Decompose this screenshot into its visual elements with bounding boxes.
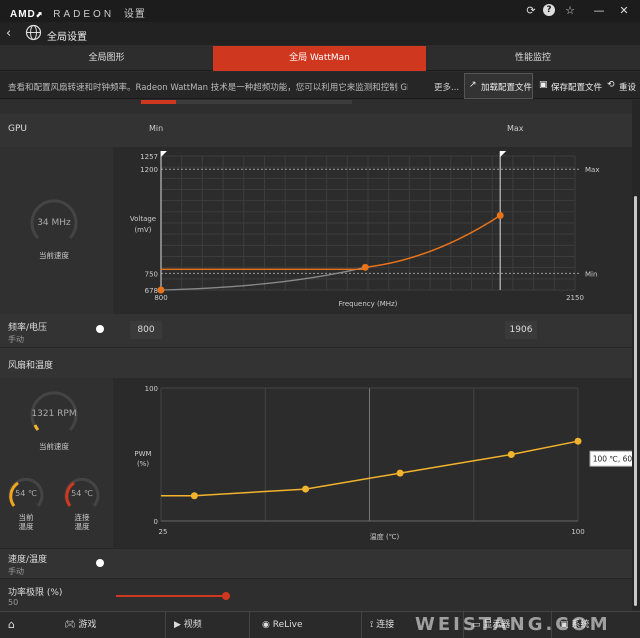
power-limit-value: 50 — [8, 598, 19, 607]
play-icon: ▶ — [174, 620, 181, 630]
nav-bar — [0, 22, 640, 45]
y-tick-label: 0 — [154, 518, 158, 526]
speed-temp-row — [0, 548, 632, 578]
gpu-section-title: GPU — [8, 124, 27, 134]
y-tick-label: 100 — [145, 385, 158, 393]
y-axis-unit: (%) — [137, 460, 149, 468]
x-tick-label: 800 — [154, 294, 167, 302]
minimize-icon[interactable]: — — [592, 4, 606, 18]
fan-rpm-value: 1321 RPM — [31, 409, 77, 419]
fan-curve-point — [574, 437, 582, 445]
close-icon[interactable]: ✕ — [617, 4, 631, 18]
scrollbar-thumb[interactable] — [634, 196, 637, 606]
freq-voltage-mode: 手动 — [8, 335, 24, 344]
speed-temp-mode: 手动 — [8, 567, 24, 576]
gpu-speed-label: 当前速度 — [39, 251, 69, 260]
max-frequency-input[interactable]: 1906 — [505, 321, 537, 339]
tooltip-text: 100 ℃, 60% — [593, 455, 632, 464]
nav-relive-label: ReLive — [272, 620, 303, 630]
x-axis-title: Frequency (MHz) — [339, 300, 398, 308]
nav-games[interactable]: 🎮︎ 游戏 — [56, 612, 166, 638]
save-icon[interactable]: ▣ — [539, 80, 548, 90]
tab-global-graphics[interactable]: 全局图形 — [0, 46, 213, 71]
voltage-point — [361, 263, 369, 271]
x-tick-label: 100 — [571, 528, 584, 536]
freq-voltage-toggle[interactable] — [96, 325, 104, 333]
tab-global-wattman[interactable]: 全局 WattMan — [213, 46, 426, 71]
gpu-speed-value: 34 MHz — [37, 218, 71, 228]
fan-curve-point — [396, 469, 404, 477]
back-arrow-icon[interactable]: ‹ — [6, 26, 11, 41]
page-title: 全局设置 — [47, 32, 87, 43]
refresh-icon[interactable]: ⟳ — [524, 4, 538, 18]
reset-icon[interactable]: ⟲ — [607, 80, 615, 90]
reset-button[interactable]: 重设 — [619, 81, 636, 93]
app-brand: AMD⬈ RADEON 设置 — [10, 9, 146, 20]
junction-temp-value: 54 ℃ — [71, 489, 93, 498]
right-label-max: Max — [585, 166, 599, 174]
share-icon: ⟟ — [370, 620, 374, 630]
voltage-frequency-svg[interactable]: MaxMin12571200750678800 2150Frequency (MH… — [113, 147, 632, 314]
amd-logo: AMD — [10, 9, 36, 20]
relive-icon: ◉ — [262, 620, 270, 630]
radeon-label: RADEON — [53, 9, 115, 20]
help-icon[interactable]: ? — [543, 4, 557, 18]
star-icon[interactable]: ☆ — [563, 4, 577, 18]
y-axis-unit: (mV) — [134, 226, 151, 234]
y-tick-label: 1257 — [140, 153, 158, 161]
watermark: WEISTANG.COM — [415, 614, 611, 635]
freq-value-row — [113, 314, 632, 347]
more-link[interactable]: 更多... — [434, 81, 459, 93]
nav-games-label: 游戏 — [78, 620, 97, 630]
gamepad-icon: 🎮︎ — [64, 620, 76, 630]
voltage-point — [496, 211, 504, 219]
speed-temp-toggle[interactable] — [96, 559, 104, 567]
y-tick-label: 750 — [145, 270, 158, 278]
max-label: Max — [507, 124, 524, 133]
clipped-tab-strip — [176, 100, 352, 104]
clipped-tab-active — [141, 100, 176, 104]
fan-curve-point — [190, 492, 198, 500]
nav-relive[interactable]: ◉ ReLive — [250, 612, 362, 638]
right-label-min: Min — [585, 270, 597, 278]
settings-label: 设置 — [123, 9, 146, 20]
gpu-header-row — [0, 114, 632, 147]
x-tick-label: 2150 — [566, 294, 584, 302]
fan-header-row — [0, 347, 632, 378]
fan-section-title: 风扇和温度 — [8, 361, 54, 371]
fan-curve-point — [507, 451, 515, 458]
min-label: Min — [149, 124, 164, 133]
save-profile-button[interactable]: 保存配置文件 — [551, 81, 602, 93]
home-icon: ⌂ — [8, 618, 15, 631]
nav-video[interactable]: ▶ 视频 — [166, 612, 250, 638]
power-limit-row — [0, 578, 632, 611]
load-profile-label: 加载配置文件 — [481, 83, 533, 93]
power-limit-slider-thumb[interactable] — [222, 592, 230, 600]
description-text: 查看和配置风扇转速和时钟频率。Radeon WattMan 技术是一种超频功能，… — [8, 83, 408, 93]
min-frequency-input[interactable]: 800 — [130, 321, 162, 339]
power-limit-title: 功率极限 (%) — [8, 588, 63, 598]
nav-video-label: 视频 — [183, 620, 202, 630]
fan-curve-svg[interactable]: 100 025 100 温度 (℃) PWM (%) 100 ℃, 60% — [113, 378, 632, 548]
speed-temp-title: 速度/温度 — [8, 555, 48, 565]
nav-connect-label: 连接 — [376, 620, 395, 630]
tab-performance-monitor[interactable]: 性能监控 — [426, 46, 640, 71]
freq-voltage-title: 频率/电压 — [8, 323, 48, 333]
junction-temp-label-b: 温度 — [74, 522, 90, 531]
power-limit-slider-track[interactable] — [116, 595, 226, 597]
x-tick-label: 25 — [159, 528, 168, 536]
fan-curve-point — [302, 485, 310, 493]
current-temp-label-b: 温度 — [18, 522, 34, 531]
load-icon: ↗ — [469, 80, 477, 90]
y-axis-title: PWM — [134, 450, 151, 458]
y-tick-label: 1200 — [140, 166, 158, 174]
y-axis-title: Voltage — [130, 215, 156, 223]
voltage-point — [157, 286, 165, 294]
x-axis-title: 温度 (℃) — [370, 532, 400, 541]
fan-rpm-label: 当前速度 — [39, 442, 69, 451]
globe-icon — [25, 24, 42, 41]
current-temp-value: 54 ℃ — [15, 489, 37, 498]
